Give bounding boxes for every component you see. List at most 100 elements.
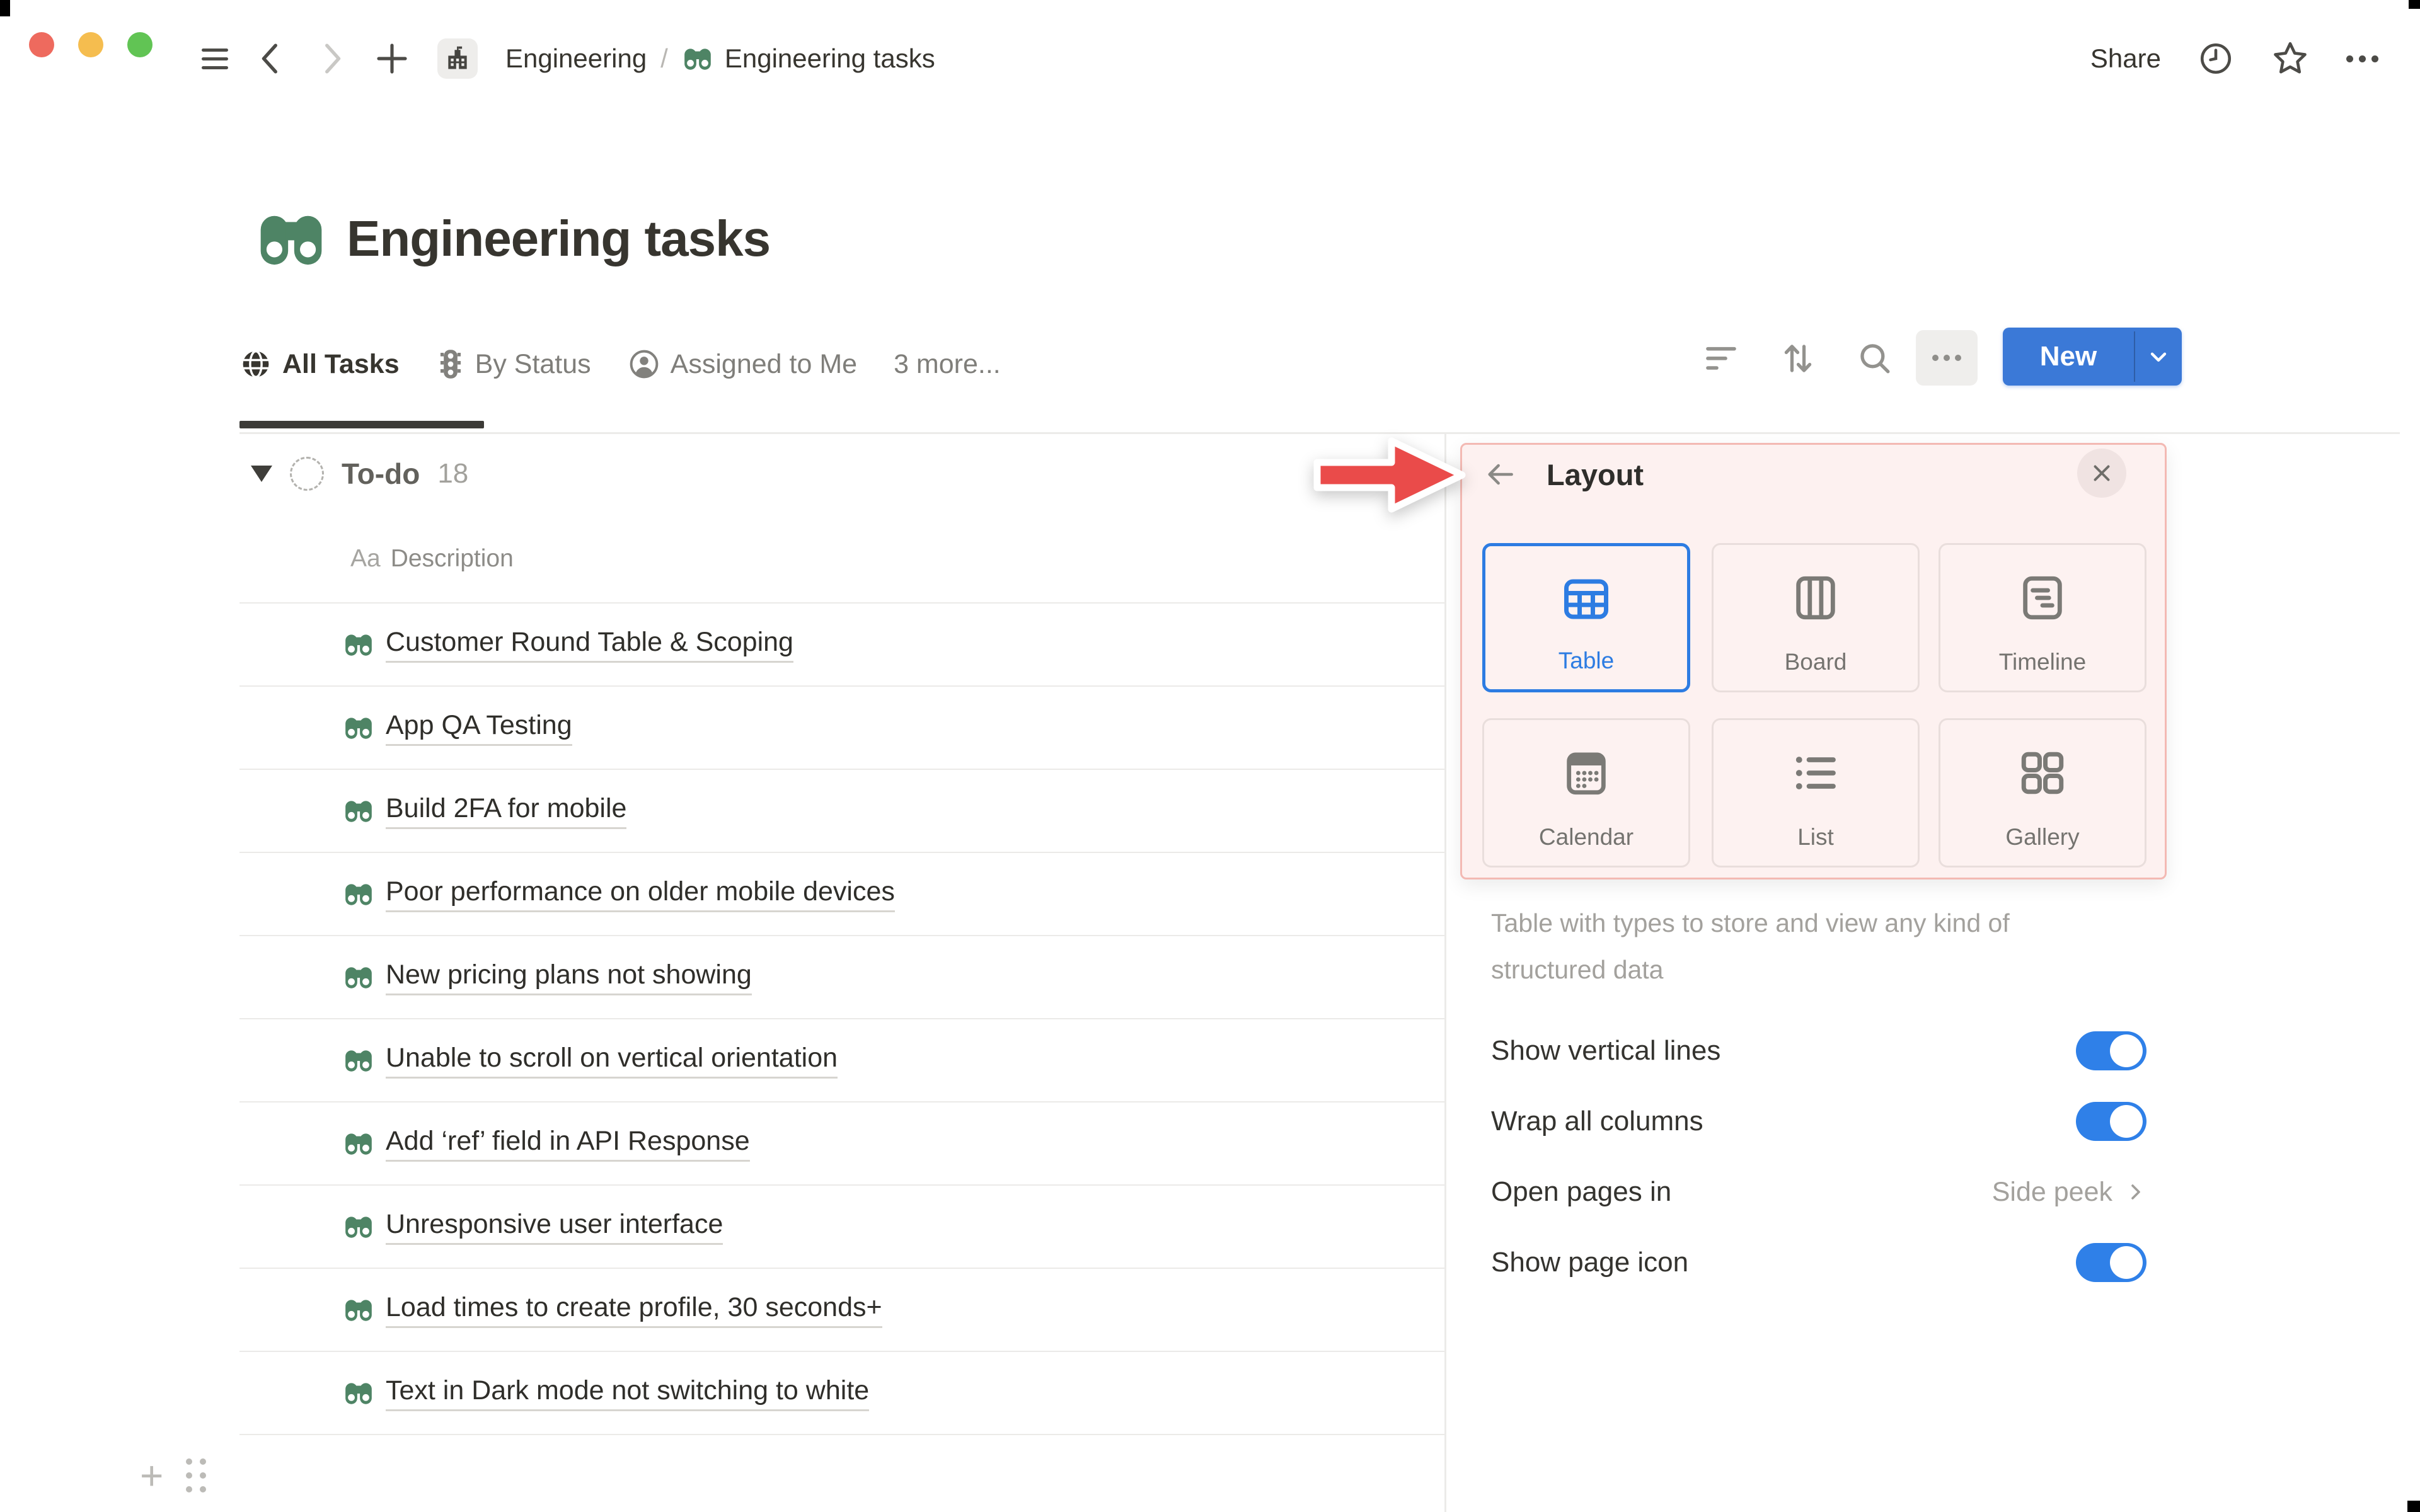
text-type-icon: Aa <box>350 545 381 572</box>
page-icon-binoculars[interactable] <box>255 202 328 275</box>
group-count: 18 <box>437 458 469 489</box>
group-name[interactable]: To-do <box>342 457 420 491</box>
layout-option-table[interactable]: Table <box>1482 543 1690 692</box>
task-title[interactable]: Add ‘ref’ field in API Response <box>386 1126 750 1162</box>
tab-all-tasks[interactable]: All Tasks <box>239 348 400 381</box>
column-header-label: Description <box>390 545 514 572</box>
layout-option-gallery[interactable]: Gallery <box>1939 718 2146 868</box>
sidebar-menu-icon[interactable] <box>202 43 228 75</box>
gallery-icon <box>2021 752 2064 794</box>
view-tabs: All Tasks By Status Assigned to Me 3 mor… <box>239 334 1001 394</box>
share-button[interactable]: Share <box>2090 43 2161 74</box>
binoculars-icon <box>345 1050 372 1072</box>
new-page-icon[interactable] <box>374 41 410 76</box>
workspace-icon[interactable] <box>437 38 478 79</box>
binoculars-icon <box>345 1217 372 1238</box>
layout-option-calendar[interactable]: Calendar <box>1482 718 1690 868</box>
drag-handle-icon[interactable] <box>186 1458 207 1492</box>
task-title[interactable]: Build 2FA for mobile <box>386 793 627 829</box>
new-button-label[interactable]: New <box>2003 328 2134 386</box>
binoculars-icon <box>345 1133 372 1155</box>
table-row[interactable]: Add ‘ref’ field in API Response <box>239 1102 1444 1186</box>
sort-icon[interactable] <box>1780 339 1816 378</box>
task-title[interactable]: Unable to scroll on vertical orientation <box>386 1043 838 1079</box>
zoom-window-button[interactable] <box>127 32 153 57</box>
tab-assigned-to-me[interactable]: Assigned to Me <box>628 348 857 381</box>
corner-artifact <box>2407 1501 2420 1512</box>
setting-label: Open pages in <box>1491 1176 1672 1207</box>
panel-left-divider <box>1444 433 1446 1512</box>
breadcrumb-separator: / <box>660 43 668 73</box>
breadcrumb-workspace[interactable]: Engineering <box>505 43 647 74</box>
table-row[interactable]: Text in Dark mode not switching to white <box>239 1352 1444 1435</box>
task-title[interactable]: Poor performance on older mobile devices <box>386 876 895 912</box>
binoculars-icon <box>345 1383 372 1404</box>
setting-label: Wrap all columns <box>1491 1106 1703 1137</box>
layout-option-label: Calendar <box>1538 824 1634 850</box>
layout-option-list[interactable]: List <box>1712 718 1920 868</box>
breadcrumb-page[interactable]: Engineering tasks <box>725 43 935 74</box>
task-title[interactable]: Load times to create profile, 30 seconds… <box>386 1292 882 1328</box>
binoculars-icon <box>345 801 372 822</box>
toggle-knob <box>2110 1105 2143 1138</box>
board-icon <box>1796 576 1835 620</box>
wrap-all-columns-toggle[interactable] <box>2076 1102 2146 1141</box>
close-window-button[interactable] <box>29 32 54 57</box>
table-row[interactable]: Load times to create profile, 30 seconds… <box>239 1269 1444 1352</box>
clock-history-icon[interactable] <box>2198 40 2234 77</box>
column-header[interactable]: Aa Description <box>350 542 514 576</box>
page-title[interactable]: Engineering tasks <box>347 210 771 268</box>
binoculars-icon <box>345 634 372 656</box>
tab-label: Assigned to Me <box>670 348 858 379</box>
setting-open-pages-in[interactable]: Open pages in Side peek <box>1491 1157 2146 1227</box>
favorite-star-icon[interactable] <box>2271 39 2310 78</box>
layout-option-timeline[interactable]: Timeline <box>1939 543 2146 692</box>
setting-label: Show vertical lines <box>1491 1035 1721 1066</box>
breadcrumb: Engineering / Engineering tasks <box>505 43 935 74</box>
back-icon[interactable] <box>256 40 287 77</box>
view-options-button[interactable] <box>1916 330 1978 386</box>
table-row[interactable]: App QA Testing <box>239 687 1444 770</box>
layout-option-label: Table <box>1558 648 1615 673</box>
table-row[interactable]: Customer Round Table & Scoping <box>239 604 1444 687</box>
task-table: Customer Round Table & Scoping App QA Te… <box>239 602 1444 1435</box>
table-icon <box>1564 579 1608 619</box>
collapse-group-icon[interactable] <box>251 466 272 482</box>
add-row-icon[interactable]: + <box>140 1455 163 1496</box>
open-pages-in-value[interactable]: Side peek <box>1992 1177 2146 1208</box>
panel-title: Layout <box>1547 457 1644 491</box>
tab-more-views[interactable]: 3 more... <box>894 349 1001 380</box>
status-todo-icon <box>290 457 324 491</box>
more-menu-icon[interactable] <box>2346 55 2378 62</box>
table-row[interactable]: Unresponsive user interface <box>239 1186 1444 1269</box>
binoculars-icon <box>345 884 372 905</box>
table-row[interactable]: Unable to scroll on vertical orientation <box>239 1019 1444 1102</box>
task-title[interactable]: Unresponsive user interface <box>386 1209 723 1245</box>
task-title[interactable]: App QA Testing <box>386 710 572 746</box>
layout-option-label: Gallery <box>2005 824 2080 850</box>
task-title[interactable]: Customer Round Table & Scoping <box>386 627 793 663</box>
back-arrow-icon[interactable] <box>1482 457 1518 492</box>
list-icon <box>1795 757 1836 789</box>
layout-option-board[interactable]: Board <box>1712 543 1920 692</box>
tab-by-status[interactable]: By Status <box>436 348 591 381</box>
minimize-window-button[interactable] <box>78 32 103 57</box>
task-title[interactable]: Text in Dark mode not switching to white <box>386 1375 870 1411</box>
show-page-icon-toggle[interactable] <box>2076 1243 2146 1282</box>
setting-show-vertical-lines: Show vertical lines <box>1491 1016 2146 1086</box>
filter-icon[interactable] <box>1703 343 1739 375</box>
search-icon[interactable] <box>1857 340 1893 377</box>
layout-option-label: Board <box>1784 649 1847 675</box>
task-title[interactable]: New pricing plans not showing <box>386 959 752 995</box>
table-row[interactable]: Poor performance on older mobile devices <box>239 853 1444 936</box>
new-button[interactable]: New <box>2003 328 2182 386</box>
close-panel-button[interactable] <box>2077 449 2126 498</box>
table-row[interactable]: Build 2FA for mobile <box>239 770 1444 853</box>
show-vertical-lines-toggle[interactable] <box>2076 1031 2146 1070</box>
forward-icon <box>325 43 341 74</box>
table-row[interactable]: New pricing plans not showing <box>239 936 1444 1019</box>
binoculars-icon <box>345 1300 372 1321</box>
tab-label: By Status <box>475 348 591 379</box>
window-controls[interactable] <box>29 32 153 57</box>
new-dropdown-button[interactable] <box>2135 328 2182 386</box>
